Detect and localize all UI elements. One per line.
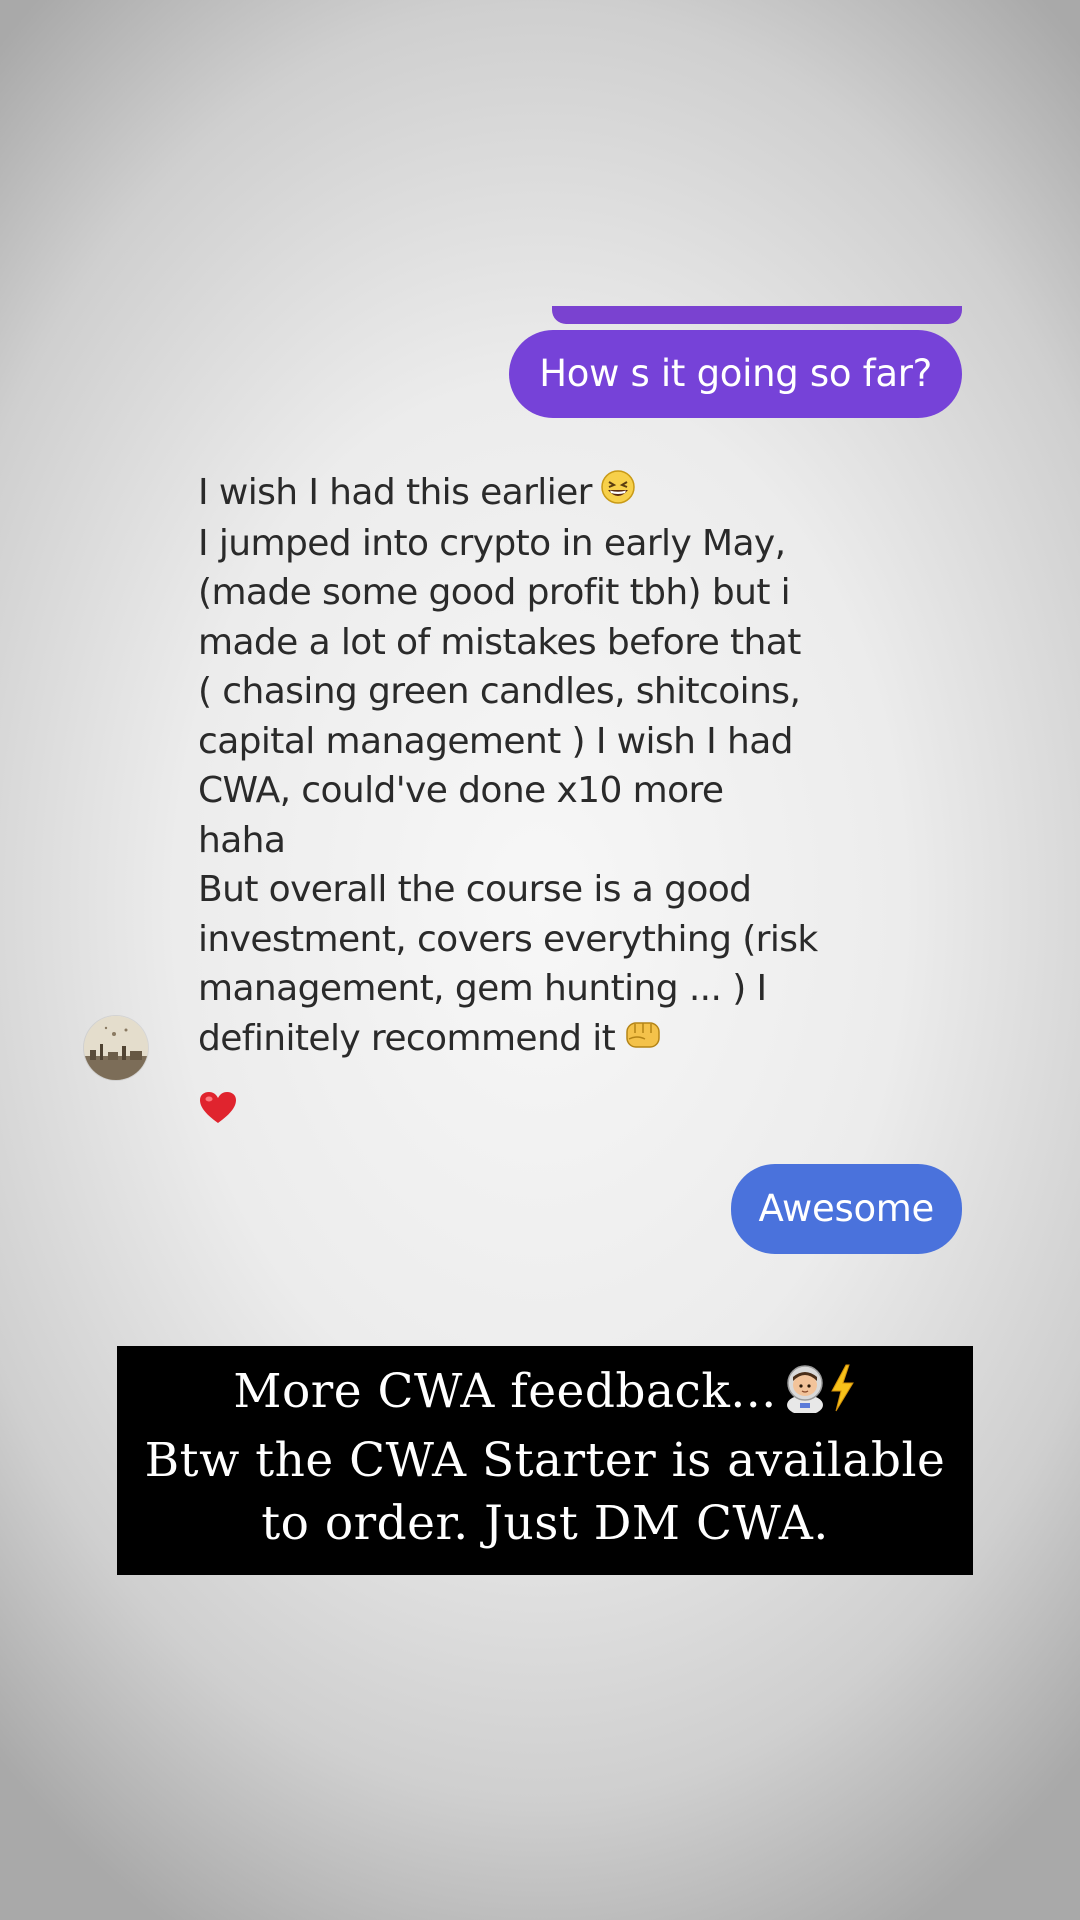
grinning-squinting-face-emoji [600,469,636,519]
story-caption: More CWA feedback... Btw the CWA Starter… [117,1346,973,1575]
received-message-line: ( chasing green candles, shitcoins, [198,671,801,713]
received-message-line: CWA, could've done x10 more [198,770,724,812]
story-screenshot: How s it going so far? I wish I had this… [0,0,1080,1920]
avatar-photo-icon [84,1016,148,1080]
received-message-line: investment, covers everything (risk [198,918,818,960]
sent-message-bubble[interactable]: How s it going so far? [509,330,962,418]
fist-bump-emoji [623,1015,663,1065]
previous-message-bubble-edge [552,306,962,324]
astronaut-emoji [786,1365,823,1415]
red-heart-reaction-icon[interactable] [198,1090,238,1126]
received-message-line: I wish I had this earlier [198,468,838,519]
sent-message-text: How s it going so far? [539,352,932,395]
sent-message-text: Awesome [758,1187,935,1230]
received-message-line: haha [198,819,286,861]
received-message[interactable]: I wish I had this earlier I jumped into … [198,468,838,1065]
received-message-line: management, gem hunting ... ) I [198,968,767,1010]
caption-line: to order. Just DM CWA. [261,1496,829,1551]
caption-line: More CWA feedback... [117,1360,973,1429]
received-message-line: I jumped into crypto in early May, [198,522,786,564]
lightning-emoji [830,1364,854,1412]
received-message-line: definitely recommend it [198,1014,838,1065]
received-message-line: But overall the course is a good [198,869,752,911]
received-message-line: (made some good profit tbh) but i [198,572,791,614]
sender-avatar[interactable] [84,1016,148,1080]
caption-line: Btw the CWA Starter is available [144,1433,946,1488]
received-message-line: capital management ) I wish I had [198,720,794,762]
received-message-line: made a lot of mistakes before that [198,621,801,663]
sent-message-bubble-awesome[interactable]: Awesome [730,1164,962,1254]
